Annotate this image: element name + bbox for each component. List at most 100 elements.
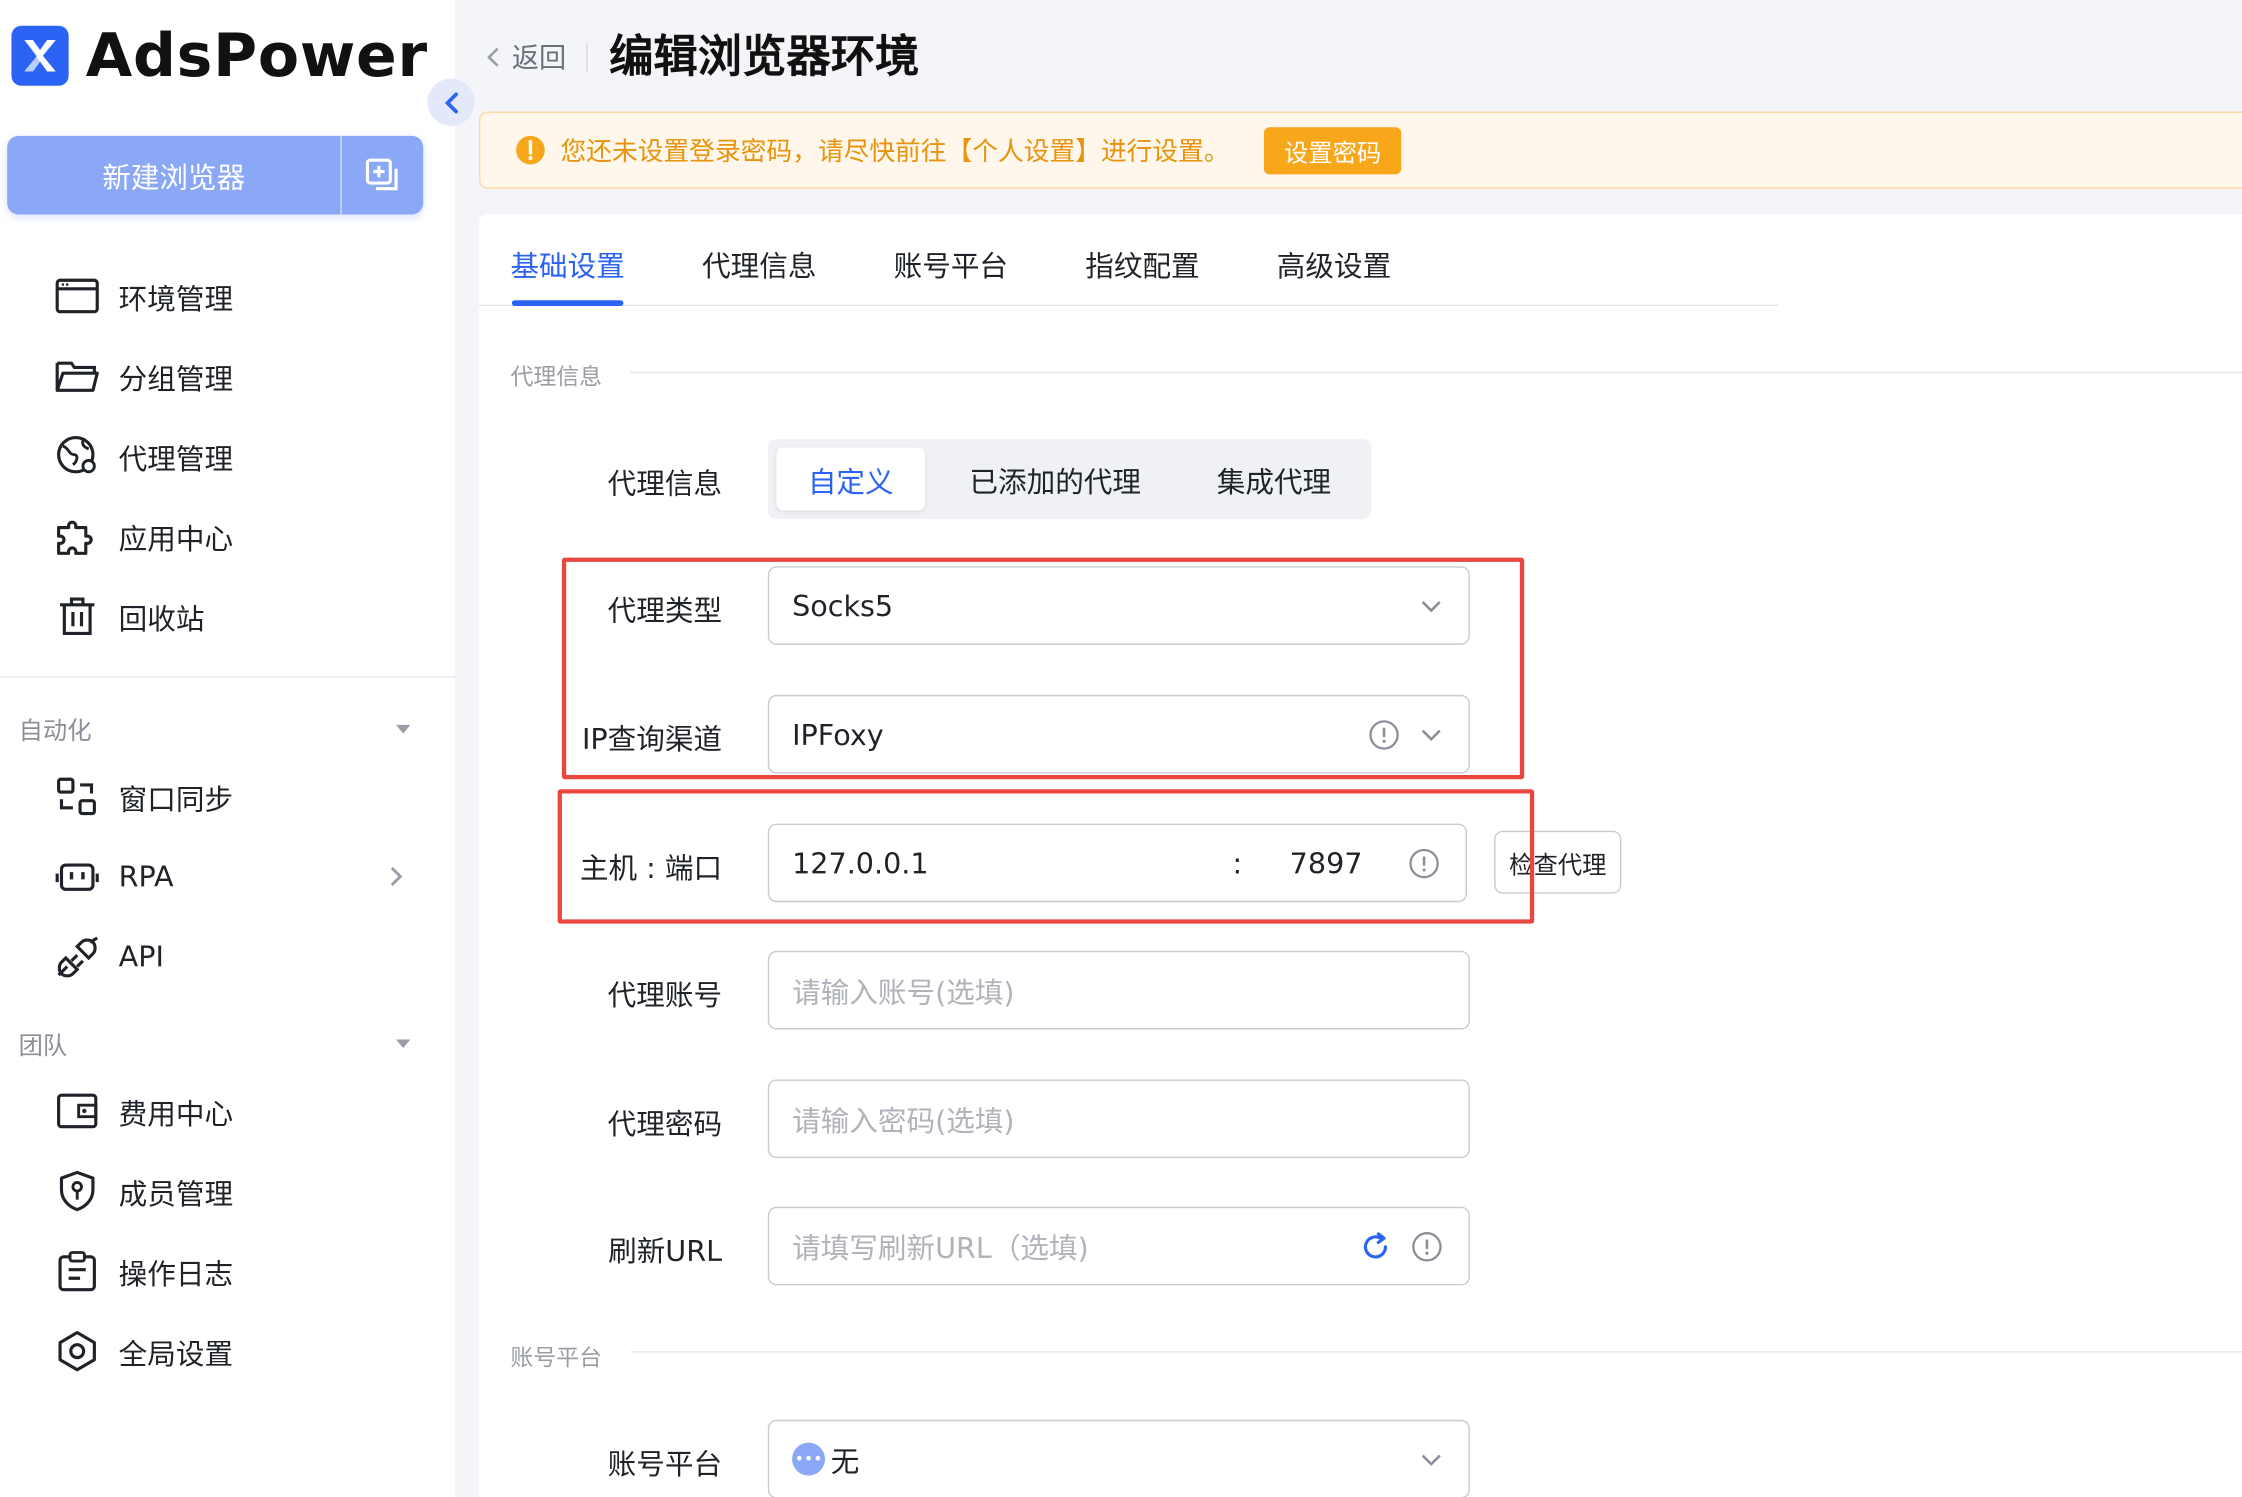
section-title-proxy: 代理信息: [510, 363, 602, 391]
sidebar-item-label: 全局设置: [118, 1336, 234, 1371]
automation-group-title: 自动化: [18, 717, 92, 747]
sidebar-item-billing[interactable]: 费用中心: [0, 1071, 455, 1151]
sidebar-item-group-management[interactable]: 分组管理: [0, 336, 455, 416]
proxy-mode-switch: 自定义 已添加的代理 集成代理: [767, 438, 1372, 520]
window-sync-icon: [57, 777, 96, 816]
section-title-platform: 账号平台: [510, 1344, 602, 1372]
platform-label: 账号平台: [607, 1446, 723, 1482]
proxy-info-label: 代理信息: [607, 466, 723, 501]
folder-open-icon: [55, 361, 99, 392]
wallet-icon: [57, 1093, 98, 1129]
sidebar-item-label: 分组管理: [118, 361, 234, 396]
sidebar-item-label: 操作日志: [118, 1256, 234, 1291]
platform-value: 无: [830, 1444, 860, 1479]
section-divider: [630, 371, 2242, 374]
sidebar-item-label: 窗口同步: [118, 781, 234, 816]
sidebar-item-rpa[interactable]: RPA: [0, 836, 455, 916]
caret-down-icon: [396, 1038, 411, 1048]
automation-nav: 窗口同步 RPA API: [0, 756, 455, 996]
chevron-left-icon: [444, 91, 458, 113]
caret-down-icon: [396, 724, 411, 733]
hexagon-settings-icon: [58, 1331, 96, 1372]
chevron-down-icon: [1421, 1453, 1441, 1466]
chevron-left-icon: [487, 46, 499, 66]
warning-icon: [516, 135, 545, 165]
sidebar-item-window-sync[interactable]: 窗口同步: [0, 756, 455, 836]
section-divider: [630, 1351, 2242, 1353]
sidebar-item-proxy-management[interactable]: 代理管理: [0, 416, 455, 496]
proxy-password-label: 代理密码: [607, 1106, 723, 1141]
highlight-box: [557, 789, 1535, 924]
proxy-password-input[interactable]: 请输入密码(选填): [767, 1079, 1470, 1159]
main-nav: 环境管理 分组管理 代理管理 应用中心 回收站: [0, 256, 455, 656]
tab-basic-settings[interactable]: 基础设置: [510, 243, 624, 284]
robot-icon: [55, 863, 99, 891]
clipboard-icon: [58, 1251, 96, 1292]
set-password-button[interactable]: 设置密码: [1263, 126, 1402, 174]
sidebar-item-app-center[interactable]: 应用中心: [0, 496, 455, 576]
back-label: 返回: [511, 42, 567, 75]
info-icon[interactable]: [1411, 1230, 1442, 1261]
team-nav: 费用中心 成员管理 操作日志 全局设置: [0, 1071, 455, 1391]
sidebar-divider: [0, 676, 455, 678]
proxy-account-label: 代理账号: [607, 977, 723, 1013]
plug-icon: [57, 936, 99, 978]
sidebar-item-api[interactable]: API: [0, 917, 455, 997]
batch-add-icon[interactable]: [342, 136, 423, 215]
brand-name: AdsPower: [85, 20, 428, 91]
highlight-box: [561, 557, 1525, 780]
trash-icon: [60, 597, 95, 635]
page-title: 编辑浏览器环境: [609, 31, 920, 83]
proxy-account-placeholder: 请输入账号(选填): [792, 975, 1015, 1010]
chevron-right-icon: [390, 866, 403, 887]
proxy-mode-integrated[interactable]: 集成代理: [1182, 448, 1365, 511]
sidebar-item-operation-log[interactable]: 操作日志: [0, 1231, 455, 1311]
sidebar-item-recycle-bin[interactable]: 回收站: [0, 576, 455, 656]
sidebar-item-members[interactable]: 成员管理: [0, 1151, 455, 1231]
sidebar-item-env-management[interactable]: 环境管理: [0, 256, 455, 336]
sidebar-item-label: API: [118, 939, 164, 974]
sidebar-item-global-settings[interactable]: 全局设置: [0, 1311, 455, 1391]
globe-proxy-icon: [57, 435, 96, 474]
proxy-mode-custom[interactable]: 自定义: [776, 447, 926, 511]
puzzle-icon: [57, 520, 93, 555]
refresh-url-input[interactable]: 请填写刷新URL（选填): [767, 1206, 1470, 1286]
sidebar-item-label: 成员管理: [118, 1176, 234, 1211]
sidebar-item-label: 代理管理: [118, 441, 234, 476]
sidebar-item-label: 费用中心: [118, 1095, 234, 1131]
settings-tabs: 基础设置 代理信息 账号平台 指纹配置 高级设置: [478, 214, 1779, 306]
sidebar: AdsPower 新建浏览器 环境管理 分组管理 代理管理 应用中心 回收站 自…: [0, 0, 455, 1497]
refresh-url-placeholder: 请填写刷新URL（选填): [792, 1231, 1089, 1266]
tab-fingerprint[interactable]: 指纹配置: [1085, 243, 1199, 284]
new-browser-button[interactable]: 新建浏览器: [7, 135, 424, 215]
platform-select[interactable]: ••• 无: [767, 1419, 1470, 1497]
new-browser-label: 新建浏览器: [7, 135, 342, 215]
adspower-logo-icon: [11, 25, 69, 86]
proxy-account-input[interactable]: 请输入账号(选填): [767, 950, 1470, 1030]
tab-proxy-info[interactable]: 代理信息: [702, 243, 816, 284]
sidebar-item-label: 环境管理: [118, 280, 234, 316]
active-tab-indicator: [511, 300, 624, 306]
sidebar-item-label: 应用中心: [118, 521, 234, 556]
browser-window-icon: [55, 278, 99, 314]
back-button[interactable]: 返回: [486, 37, 588, 76]
shield-user-icon: [59, 1170, 95, 1212]
edit-form-card: 基础设置 代理信息 账号平台 指纹配置 高级设置 代理信息 代理信息 自定义 已…: [478, 214, 2242, 1497]
tab-advanced[interactable]: 高级设置: [1277, 243, 1391, 284]
notice-text: 您还未设置登录密码，请尽快前往【个人设置】进行设置。: [560, 137, 1230, 168]
more-dots-icon: •••: [792, 1442, 825, 1476]
tab-account-platform[interactable]: 账号平台: [894, 243, 1008, 284]
header-separator: [586, 42, 588, 71]
team-group-title: 团队: [18, 1032, 68, 1061]
collapse-sidebar-button[interactable]: [427, 78, 475, 126]
brand-logo[interactable]: AdsPower: [11, 20, 428, 91]
automation-group-header[interactable]: 自动化: [18, 711, 412, 747]
sidebar-item-label: 回收站: [118, 601, 205, 636]
refresh-url-label: 刷新URL: [608, 1233, 723, 1269]
password-notice-banner: 您还未设置登录密码，请尽快前往【个人设置】进行设置。 设置密码: [478, 111, 2242, 189]
proxy-mode-saved[interactable]: 已添加的代理: [937, 448, 1174, 511]
sidebar-item-label: RPA: [118, 859, 174, 894]
refresh-icon[interactable]: [1360, 1230, 1391, 1261]
team-group-header[interactable]: 团队: [19, 1025, 412, 1061]
proxy-password-placeholder: 请输入密码(选填): [792, 1103, 1015, 1139]
